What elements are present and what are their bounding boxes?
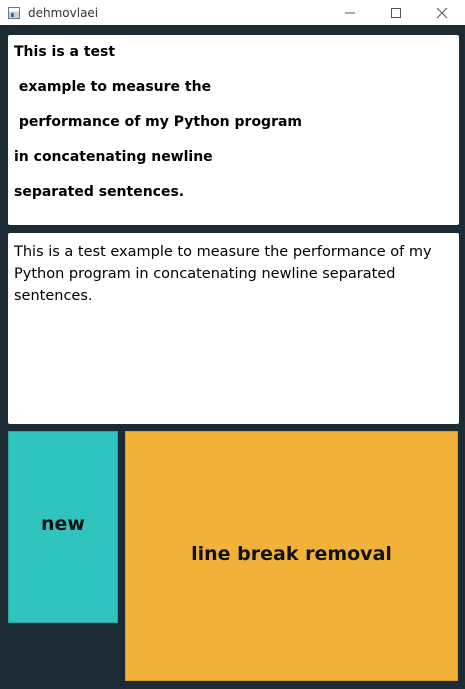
close-icon [436, 7, 448, 18]
input-text-area[interactable]: This is a test example to measure the pe… [8, 35, 459, 225]
new-button-label: new [41, 513, 85, 535]
minimize-icon [345, 12, 355, 13]
title-bar[interactable]: dehmovlaei [0, 0, 465, 25]
input-text-line: in concatenating newline [14, 149, 213, 165]
close-button[interactable] [419, 0, 465, 25]
window-title: dehmovlaei [28, 5, 99, 20]
new-button[interactable]: new [8, 431, 118, 623]
maximize-icon [391, 7, 401, 18]
app-window: dehmovlaei This is a test example to mea… [0, 0, 465, 689]
minimize-button[interactable] [327, 0, 373, 25]
output-text-area[interactable]: This is a test example to measure the pe… [8, 233, 459, 424]
line-break-removal-button[interactable]: line break removal [125, 431, 458, 681]
output-text: This is a test example to measure the pe… [14, 244, 432, 304]
window-controls [327, 0, 465, 25]
input-text-line: separated sentences. [14, 184, 185, 200]
input-text-line: This is a test [14, 44, 116, 60]
line-break-removal-label: line break removal [191, 543, 392, 565]
maximize-button[interactable] [373, 0, 419, 25]
input-text-line: performance of my Python program [14, 114, 303, 130]
input-text-line: example to measure the [14, 79, 212, 95]
app-window-icon [8, 6, 20, 19]
